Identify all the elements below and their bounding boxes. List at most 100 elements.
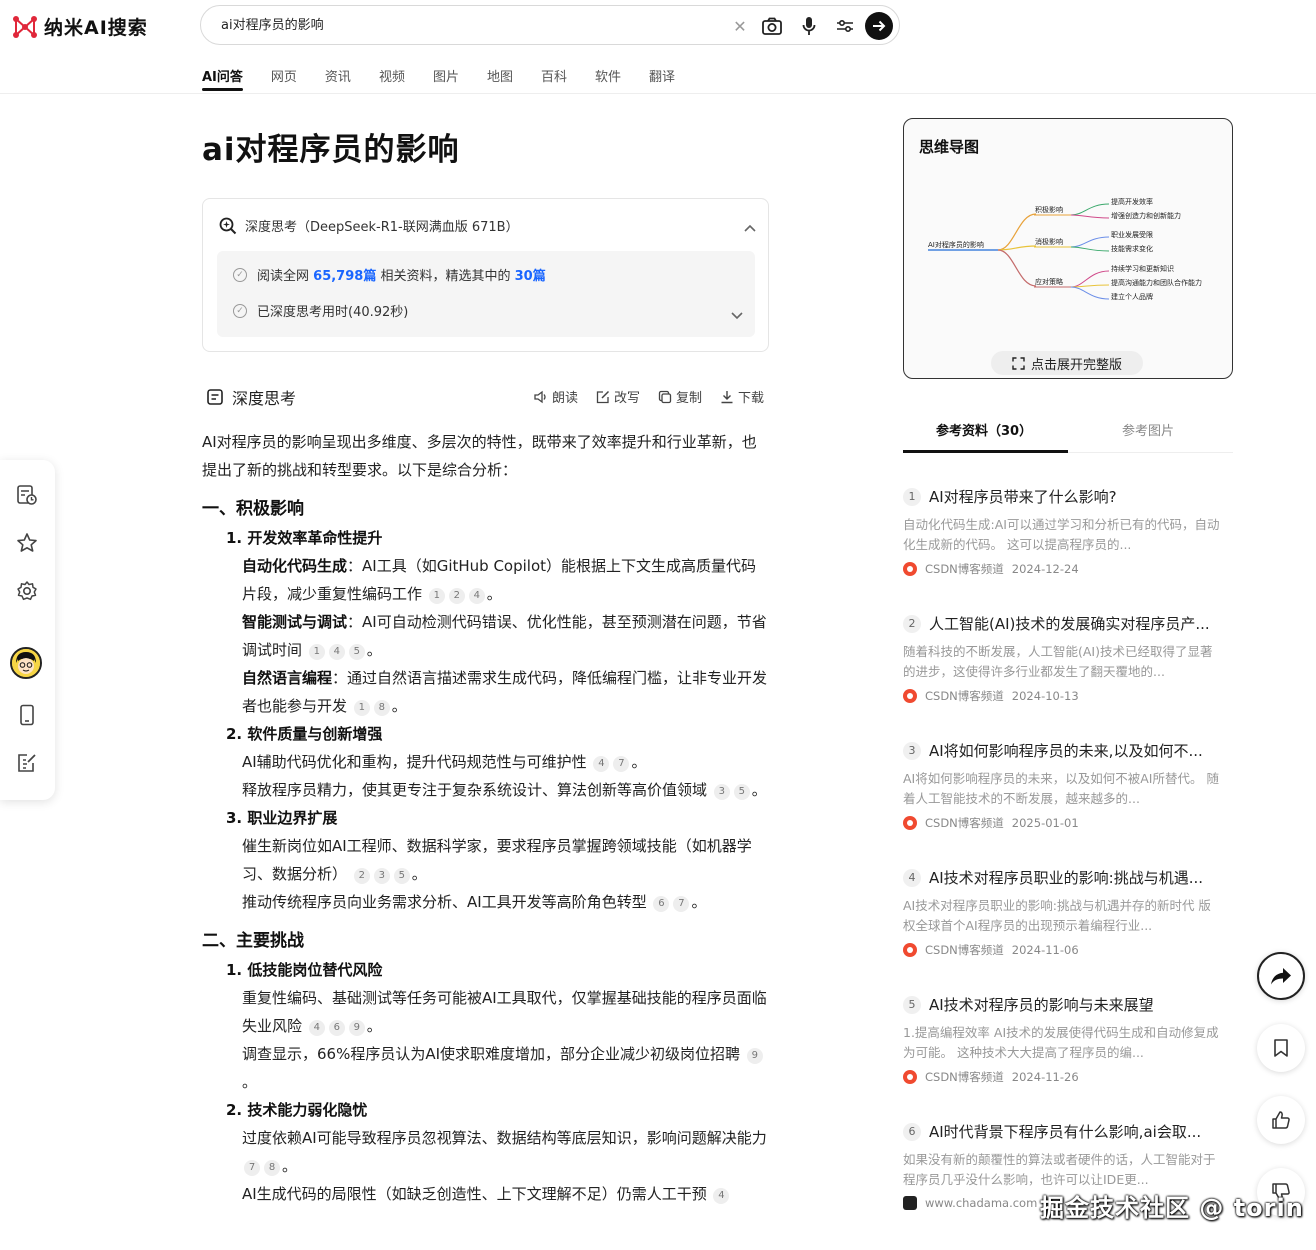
citation-badge[interactable]: 2 [353, 868, 370, 884]
feedback-icon[interactable] [14, 750, 40, 776]
gear-icon[interactable] [14, 578, 40, 604]
list-item: 调查显示，66%程序员认为AI使求职难度增加，部分企业减少初级岗位招聘 9。 [202, 1040, 770, 1096]
list-item: AI生成代码的局限性（如缺乏创造性、上下文理解不足）仍需人工干预 4 [202, 1180, 770, 1208]
reference-title[interactable]: 人工智能(AI)技术的发展确实对程序员产... [929, 613, 1210, 634]
reference-title[interactable]: AI将如何影响程序员的未来,以及如何不... [929, 740, 1203, 761]
citation-badge[interactable]: 9 [746, 1048, 763, 1064]
citation-badge[interactable]: 4 [593, 756, 610, 772]
read-summary: ✓ 阅读全网 65,798篇 相关资料，精选其中的 30篇 [233, 265, 546, 284]
mobile-icon[interactable] [14, 702, 40, 728]
citation-badge[interactable]: 8 [264, 1160, 280, 1176]
tab-map[interactable]: 地图 [487, 66, 513, 91]
tab-translate[interactable]: 翻译 [649, 66, 675, 91]
reference-title[interactable]: AI对程序员带来了什么影响? [929, 486, 1117, 507]
tab-ai-qa[interactable]: AI问答 [202, 66, 243, 91]
reference-item[interactable]: 3 AI将如何影响程序员的未来,以及如何不... AI将如何影响程序员的未来，以及… [903, 740, 1233, 831]
reference-source: CSDN博客频道 [925, 1070, 1004, 1084]
tab-baike[interactable]: 百科 [541, 66, 567, 91]
citation-badge[interactable]: 4 [713, 1188, 730, 1204]
page-title: ai对程序员的影响 [202, 132, 460, 168]
microphone-icon[interactable] [798, 15, 820, 37]
reference-snippet: AI技术对程序员职业的影响:挑战与机遇并存的新时代 版权全球首个AI程序员的出现… [903, 898, 1211, 933]
tab-news[interactable]: 资讯 [325, 66, 351, 91]
tab-references[interactable]: 参考资料（30） [936, 420, 1032, 439]
item-label: 自动化代码生成 [242, 557, 348, 575]
like-button[interactable] [1257, 1096, 1305, 1144]
item-text: 过度依赖AI可能导致程序员忽视算法、数据结构等底层知识，影响问题解决能力 [242, 1129, 767, 1147]
citation-badge[interactable]: 6 [653, 896, 670, 912]
clear-icon[interactable]: ✕ [729, 15, 751, 37]
citation-badge[interactable]: 7 [613, 756, 630, 772]
tab-video[interactable]: 视频 [379, 66, 405, 91]
elapsed-summary: ✓ 已深度思考用时(40.92秒) [233, 301, 408, 320]
reference-item[interactable]: 1 AI对程序员带来了什么影响? 自动化代码生成:AI可以通过学习和分析已有的代码… [903, 486, 1233, 577]
search-tabs: AI问答 网页 资讯 视频 图片 地图 百科 软件 翻译 [202, 66, 703, 91]
reference-item[interactable]: 4 AI技术对程序员职业的影响:挑战与机遇... AI技术对程序员职业的影响:挑战… [903, 867, 1233, 958]
list-item: 释放程序员精力，使其更专注于复杂系统设计、算法创新等高价值领域 3 5。 [242, 781, 767, 800]
search-input[interactable] [221, 16, 701, 31]
document-icon [207, 389, 223, 405]
expand-chevron-icon[interactable] [731, 305, 743, 324]
reference-snippet: AI将如何影响程序员的未来，以及如何不被AI所替代。 随着人工智能技术的不断发展… [903, 771, 1219, 806]
citation-badge[interactable]: 4 [328, 644, 345, 660]
tab-software[interactable]: 软件 [595, 66, 621, 91]
reference-item[interactable]: 2 人工智能(AI)技术的发展确实对程序员产... 随着科技的不断发展，人工智能(… [903, 613, 1233, 704]
item-text: AI辅助代码优化和重构，提升代码规范性与可维护性 [242, 753, 587, 771]
citation-badge[interactable]: 4 [468, 588, 485, 604]
citation-badge[interactable]: 5 [393, 868, 410, 884]
history-icon[interactable] [14, 482, 40, 508]
read-selected: 30篇 [514, 269, 546, 284]
mindmap-expand-button[interactable]: 点击展开完整版 [991, 351, 1143, 375]
logo-icon [13, 15, 37, 38]
citation-badge[interactable]: 3 [373, 868, 390, 884]
user-avatar[interactable] [10, 647, 42, 679]
citation-badge[interactable]: 1 [308, 644, 325, 660]
search-submit-button[interactable] [865, 12, 893, 40]
mindmap-title: 思维导图 [919, 138, 980, 156]
citation-badge[interactable]: 7 [244, 1160, 260, 1176]
mindmap-leaf: 增强创造力和创新能力 [1111, 211, 1181, 220]
citation-badge[interactable]: 3 [713, 784, 730, 800]
copy-icon [658, 390, 672, 403]
citation-badge[interactable]: 1 [428, 588, 445, 604]
bookmark-button[interactable] [1257, 1024, 1305, 1072]
mindmap-expand-label: 点击展开完整版 [1030, 357, 1122, 373]
section-title-text: 深度思考 [232, 389, 297, 408]
citation-badge[interactable]: 1 [353, 700, 370, 716]
citation-badge[interactable]: 5 [348, 644, 365, 660]
citation-badge[interactable]: 7 [673, 896, 690, 912]
reference-title[interactable]: AI技术对程序员的影响与未来展望 [929, 994, 1154, 1015]
reference-source: www.chadama.com [925, 1196, 1038, 1210]
reference-date: 2025-01-01 [1011, 816, 1079, 830]
csdn-icon [903, 689, 917, 703]
citation-badge[interactable]: 5 [733, 784, 750, 800]
csdn-icon [903, 1070, 917, 1084]
list-item: 重复性编码、基础测试等任务可能被AI工具取代，仅掌握基础技能的程序员面临失业风险… [242, 989, 767, 1036]
tab-images[interactable]: 图片 [433, 66, 459, 91]
check-circle-icon: ✓ [233, 267, 247, 282]
share-button[interactable] [1257, 952, 1305, 1000]
download-button[interactable]: 下载 [720, 387, 764, 406]
collapse-chevron-icon[interactable] [744, 217, 756, 236]
logo[interactable]: 纳米AI搜索 [12, 13, 148, 40]
citation-badge[interactable]: 4 [308, 1020, 325, 1036]
citation-badge[interactable]: 6 [328, 1020, 345, 1036]
citation-badge[interactable]: 9 [348, 1020, 365, 1036]
tab-reference-images[interactable]: 参考图片 [1122, 420, 1174, 439]
filter-settings-icon[interactable] [834, 15, 856, 37]
read-aloud-button[interactable]: 朗读 [534, 387, 578, 406]
rewrite-button[interactable]: 改写 [596, 387, 640, 406]
citation-badge[interactable]: 8 [373, 700, 390, 716]
citation-badge[interactable]: 2 [448, 588, 465, 604]
copy-button[interactable]: 复制 [658, 387, 702, 406]
reference-title[interactable]: AI时代背景下程序员有什么影响,ai会取... [929, 1121, 1201, 1142]
reference-source: CSDN博客频道 [925, 562, 1004, 576]
reference-title[interactable]: AI技术对程序员职业的影响:挑战与机遇... [929, 867, 1203, 888]
reference-item[interactable]: 5 AI技术对程序员的影响与未来展望 1.提高编程效率 AI技术的发展使得代码生成… [903, 994, 1233, 1085]
deep-think-header[interactable]: 深度思考（DeepSeek-R1-联网满血版 671B） [219, 216, 519, 235]
mindmap-card[interactable]: 思维导图 AI对程序员的影响 积极影响 消极影响 应对策略 提高开发效率 增强创… [903, 118, 1233, 379]
camera-icon[interactable] [761, 15, 783, 37]
star-icon[interactable] [14, 530, 40, 556]
csdn-icon [903, 943, 917, 957]
tab-web[interactable]: 网页 [271, 66, 297, 91]
